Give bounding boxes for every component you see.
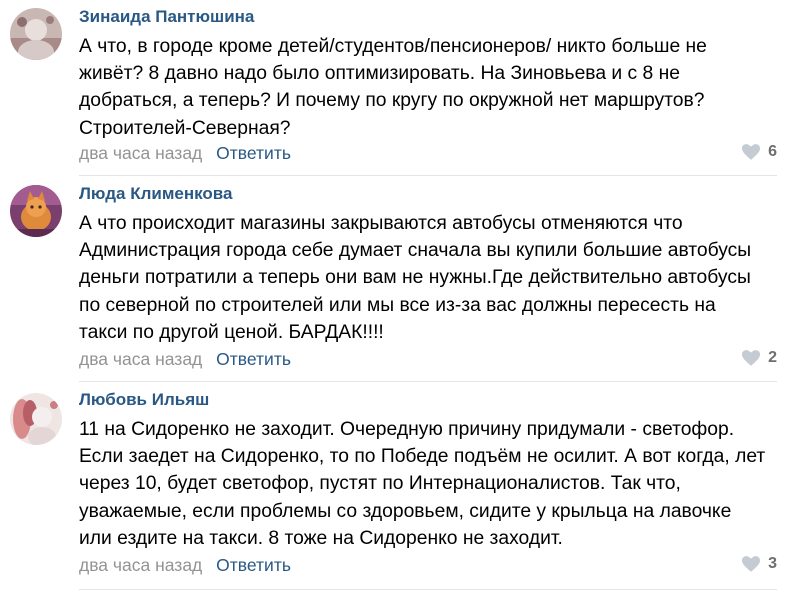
- comment-text: А что происходит магазины закрываются ав…: [79, 210, 779, 346]
- like-button[interactable]: 2: [742, 349, 777, 367]
- comment-text-line: по северной по строителей или мы все из-…: [79, 294, 716, 316]
- reply-button[interactable]: Ответить: [216, 349, 291, 369]
- comment-text-line: Если заедет на Сидоренко, то по Победе п…: [79, 446, 766, 468]
- comment-meta: два часа назад Ответить: [79, 349, 291, 370]
- reply-button[interactable]: Ответить: [216, 143, 291, 163]
- divider: [79, 175, 777, 176]
- like-count: 3: [768, 555, 777, 572]
- like-count: 2: [768, 349, 777, 366]
- comment-timestamp[interactable]: два часа назад: [79, 143, 202, 163]
- comment-text-line: живёт? 8 давно надо было оптимизировать.…: [79, 63, 680, 85]
- comment-text-line: Строителей-Северная?: [79, 117, 291, 139]
- comment-text-line: через 10, будет светофор, пустят по Инте…: [79, 473, 681, 495]
- like-button[interactable]: 6: [742, 143, 777, 161]
- avatar[interactable]: [10, 393, 62, 445]
- reply-button[interactable]: Ответить: [216, 555, 291, 575]
- comment-text-line: добраться, а теперь? И почему по кругу п…: [79, 90, 705, 112]
- avatar-photo-icon: [10, 185, 62, 237]
- like-count: 6: [768, 143, 777, 160]
- comment-text-line: или ездите на такси. 8 тоже на Сидоренко…: [79, 527, 563, 549]
- comment-text-line: А что, в городе кроме детей/студентов/пе…: [79, 36, 707, 57]
- comment-text: 11 на Сидоренко не заходит. Очередную пр…: [79, 416, 779, 552]
- heart-icon: [742, 556, 761, 572]
- avatar[interactable]: [10, 185, 62, 237]
- comment-timestamp[interactable]: два часа назад: [79, 555, 202, 575]
- comments-feed: Зинаида Пантюшина А что, в городе кроме …: [0, 0, 791, 598]
- divider: [79, 381, 777, 382]
- comment-meta: два часа назад Ответить: [79, 143, 291, 164]
- divider: [79, 589, 777, 590]
- comment-text-line: А что происходит магазины закрываются ав…: [79, 213, 683, 234]
- comment-text-line: Администрация города себе думает сначала…: [79, 240, 752, 262]
- comment-text: А что, в городе кроме детей/студентов/пе…: [79, 33, 779, 142]
- heart-icon: [742, 144, 761, 160]
- comment-author[interactable]: Люда Клименкова: [79, 184, 232, 204]
- like-button[interactable]: 3: [742, 555, 777, 573]
- avatar-photo-icon: [10, 8, 62, 60]
- avatar[interactable]: [10, 8, 62, 60]
- comment-text-line: деньги потратили а теперь они вам не нуж…: [79, 267, 751, 289]
- comment-text-line: уважаемые, если проблемы со здоровьем, с…: [79, 500, 732, 522]
- comment-meta: два часа назад Ответить: [79, 555, 291, 576]
- comment-author[interactable]: Зинаида Пантюшина: [79, 7, 254, 27]
- comment-timestamp[interactable]: два часа назад: [79, 349, 202, 369]
- comment-author[interactable]: Любовь Ильяш: [79, 390, 209, 410]
- heart-icon: [742, 350, 761, 366]
- avatar-photo-icon: [10, 393, 62, 445]
- comment-text-line: 11 на Сидоренко не заходит. Очередную пр…: [79, 419, 735, 440]
- comment-text-line: такси по другой ценой. БАРДАК!!!!: [79, 321, 384, 343]
